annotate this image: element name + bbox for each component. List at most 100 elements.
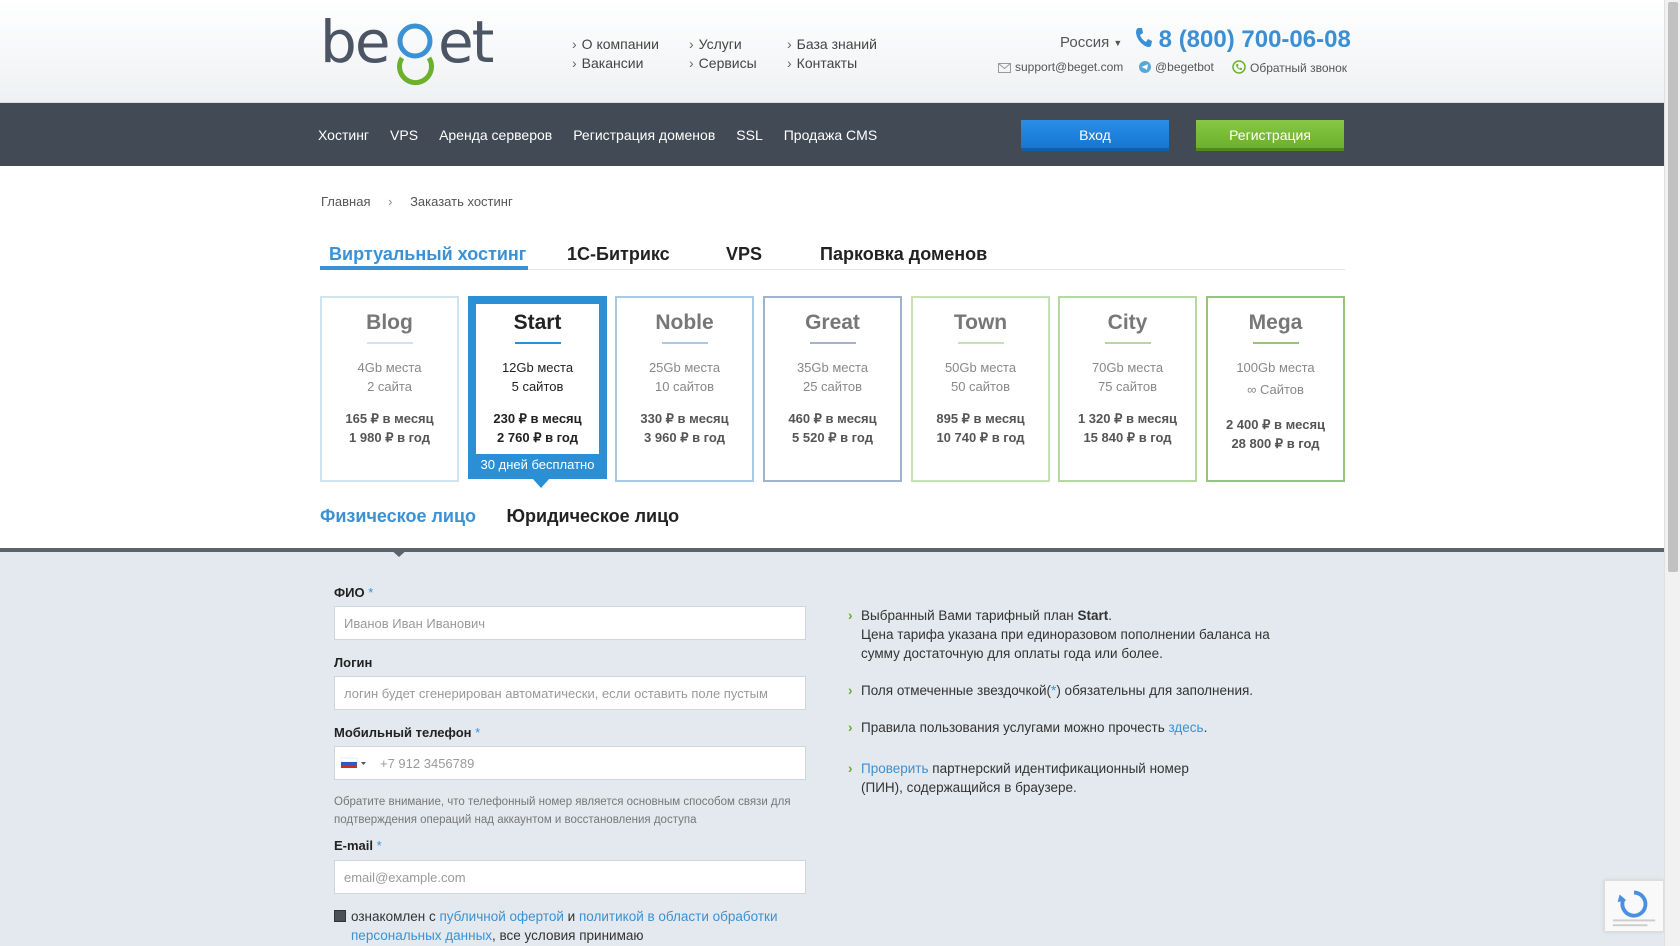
required-mark: *: [376, 838, 382, 853]
plan-price-month: 895 ₽ в месяц: [936, 411, 1025, 426]
plan-space: 12Gb места: [501, 360, 574, 375]
plan-price-year: 3 960 ₽ в год: [644, 430, 725, 445]
link-tools[interactable]: Сервисы: [689, 54, 757, 73]
tab-vps[interactable]: VPS: [726, 244, 762, 265]
tab-virtual-hosting[interactable]: Виртуальный хостинг: [329, 244, 526, 265]
public-offer-link[interactable]: публичной офертой: [439, 909, 563, 924]
plan-card-city[interactable]: City 70Gb места 75 сайтов 1 320 ₽ в меся…: [1058, 296, 1197, 482]
chevron-right-icon: ›: [848, 761, 853, 776]
recaptcha-badge-icon[interactable]: [1604, 880, 1664, 932]
plan-divider: [514, 342, 561, 344]
check-pin-link[interactable]: Проверить: [861, 761, 929, 776]
info-plan-prefix: Выбранный Вами тарифный план: [861, 608, 1078, 623]
support-email[interactable]: support@beget.com: [998, 60, 1123, 74]
callback-phone-icon: [1232, 60, 1246, 74]
phone-number[interactable]: 8 (800) 700-06-08: [1134, 26, 1351, 54]
plan-price-year: 2 760 ₽ в год: [497, 430, 578, 445]
tab-domain-parking[interactable]: Парковка доменов: [820, 244, 987, 265]
login-input[interactable]: [334, 676, 806, 710]
plan-cards: Blog 4Gb места 2 сайта 165 ₽ в месяц 1 9…: [320, 296, 1346, 488]
chevron-right-icon: ›: [848, 720, 853, 735]
breadcrumb-current: Заказать хостинг: [410, 194, 513, 209]
breadcrumb-home[interactable]: Главная: [321, 194, 370, 209]
phone-label-text: Мобильный телефон: [334, 725, 472, 740]
telegram-icon: [1139, 61, 1151, 73]
telegram-link[interactable]: @begetbot: [1139, 60, 1214, 74]
active-tab-pointer: [389, 548, 409, 557]
nav-item-cms[interactable]: Продажа CMS: [784, 127, 877, 143]
svg-text:be: be: [320, 10, 389, 76]
link-knowledge-base[interactable]: База знаний: [787, 35, 877, 54]
tab-individual[interactable]: Физическое лицо: [320, 506, 476, 527]
login-button[interactable]: Вход: [1021, 120, 1169, 151]
register-button[interactable]: Регистрация: [1196, 120, 1344, 151]
plan-space: 4Gb места: [357, 360, 422, 375]
plan-name: Noble: [655, 311, 714, 334]
chevron-down-icon: ▼: [1113, 38, 1123, 49]
plan-card-noble[interactable]: Noble 25Gb места 10 сайтов 330 ₽ в месяц…: [615, 296, 754, 482]
plan-price-month: 165 ₽ в месяц: [345, 411, 434, 426]
chevron-right-icon: ›: [848, 683, 853, 698]
scrollbar-thumb[interactable]: [1668, 2, 1678, 572]
plan-price-month: 2 400 ₽ в месяц: [1225, 417, 1326, 432]
plan-sites: 5 сайтов: [511, 379, 564, 394]
login-label-text: Логин: [334, 655, 373, 670]
telegram-text: @begetbot: [1155, 60, 1214, 74]
plan-card-blog[interactable]: Blog 4Gb места 2 сайта 165 ₽ в месяц 1 9…: [320, 296, 459, 482]
plan-price-month: 330 ₽ в месяц: [640, 411, 729, 426]
product-tabs: Виртуальный хостинг 1С-Битрикс VPS Парко…: [320, 240, 1345, 270]
required-mark: *: [368, 585, 374, 600]
registration-form-area: [0, 548, 1664, 946]
fio-input[interactable]: [334, 606, 806, 640]
callback-link[interactable]: Обратный звонок: [1232, 60, 1347, 75]
email-input[interactable]: [334, 860, 806, 894]
plan-divider: [809, 342, 856, 344]
tab-legal-entity[interactable]: Юридическое лицо: [506, 506, 679, 527]
terms-mid: и: [563, 909, 579, 924]
email-label: E-mail *: [334, 838, 382, 853]
top-links-company: О компании Вакансии: [572, 35, 659, 73]
link-about[interactable]: О компании: [572, 35, 659, 54]
svg-text:et: et: [438, 10, 494, 76]
country-flag-select[interactable]: [341, 747, 371, 779]
plan-card-great[interactable]: Great 35Gb места 25 сайтов 460 ₽ в месяц…: [763, 296, 902, 482]
plan-card-start[interactable]: Start 12Gb места 5 сайтов 230 ₽ в месяц …: [468, 296, 607, 488]
phone-icon: [1136, 28, 1152, 47]
terms-checkbox[interactable]: [334, 910, 346, 922]
plan-name: Blog: [366, 311, 413, 334]
rules-link[interactable]: здесь: [1169, 720, 1204, 735]
page-scrollbar[interactable]: [1664, 0, 1680, 946]
active-tab-indicator: [320, 266, 528, 270]
tab-bitrix[interactable]: 1С-Битрикс: [567, 244, 670, 265]
plan-price-year: 15 840 ₽ в год: [1083, 430, 1172, 445]
nav-item-domains[interactable]: Регистрация доменов: [573, 127, 715, 143]
phone-input[interactable]: [334, 746, 806, 780]
plan-price-month: 1 320 ₽ в месяц: [1077, 411, 1178, 426]
link-vacancies[interactable]: Вакансии: [572, 54, 659, 73]
selected-plan-pointer: [532, 478, 550, 488]
region-select[interactable]: Россия ▼: [1060, 34, 1122, 51]
top-links-services: Услуги Сервисы: [689, 35, 757, 73]
fio-label: ФИО *: [334, 585, 373, 600]
plan-name: Mega: [1248, 311, 1303, 334]
plan-name: City: [1107, 311, 1148, 334]
plan-price-month: 230 ₽ в месяц: [493, 411, 582, 426]
plan-card-town[interactable]: Town 50Gb места 50 сайтов 895 ₽ в месяц …: [911, 296, 1050, 482]
nav-item-hosting[interactable]: Хостинг: [318, 127, 369, 143]
info-required-b: ) обязательны для заполнения.: [1056, 683, 1254, 698]
plan-sites: 50 сайтов: [950, 379, 1010, 394]
beget-logo[interactable]: be et: [320, 10, 495, 92]
link-contacts[interactable]: Контакты: [787, 54, 877, 73]
plan-card-mega[interactable]: Mega 100Gb места ∞ Сайтов 2 400 ₽ в меся…: [1206, 296, 1345, 482]
nav-item-dedicated[interactable]: Аренда серверов: [439, 127, 552, 143]
nav-item-vps[interactable]: VPS: [390, 127, 418, 143]
plan-price-month: 460 ₽ в месяц: [788, 411, 877, 426]
plan-divider: [661, 342, 708, 344]
required-mark: *: [475, 725, 481, 740]
phone-label: Мобильный телефон *: [334, 725, 480, 740]
nav-item-ssl[interactable]: SSL: [736, 127, 762, 143]
info-rules-text: Правила пользования услугами можно проче…: [861, 718, 1281, 737]
info-required-text: Поля отмеченные звездочкой(*) обязательн…: [861, 681, 1281, 700]
terms-text: ознакомлен с публичной офертой и политик…: [351, 907, 791, 945]
link-services[interactable]: Услуги: [689, 35, 757, 54]
